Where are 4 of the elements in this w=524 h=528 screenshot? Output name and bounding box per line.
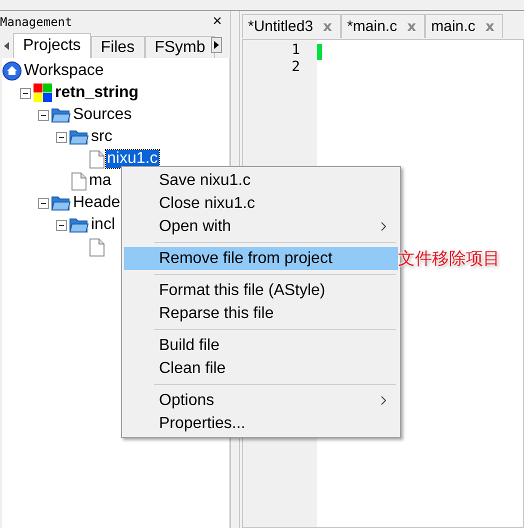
line-number: 1: [292, 42, 300, 59]
panel-title: Management: [0, 15, 72, 29]
annotation-text: 文件移除项目: [398, 248, 500, 270]
line-number: 2: [292, 59, 300, 76]
